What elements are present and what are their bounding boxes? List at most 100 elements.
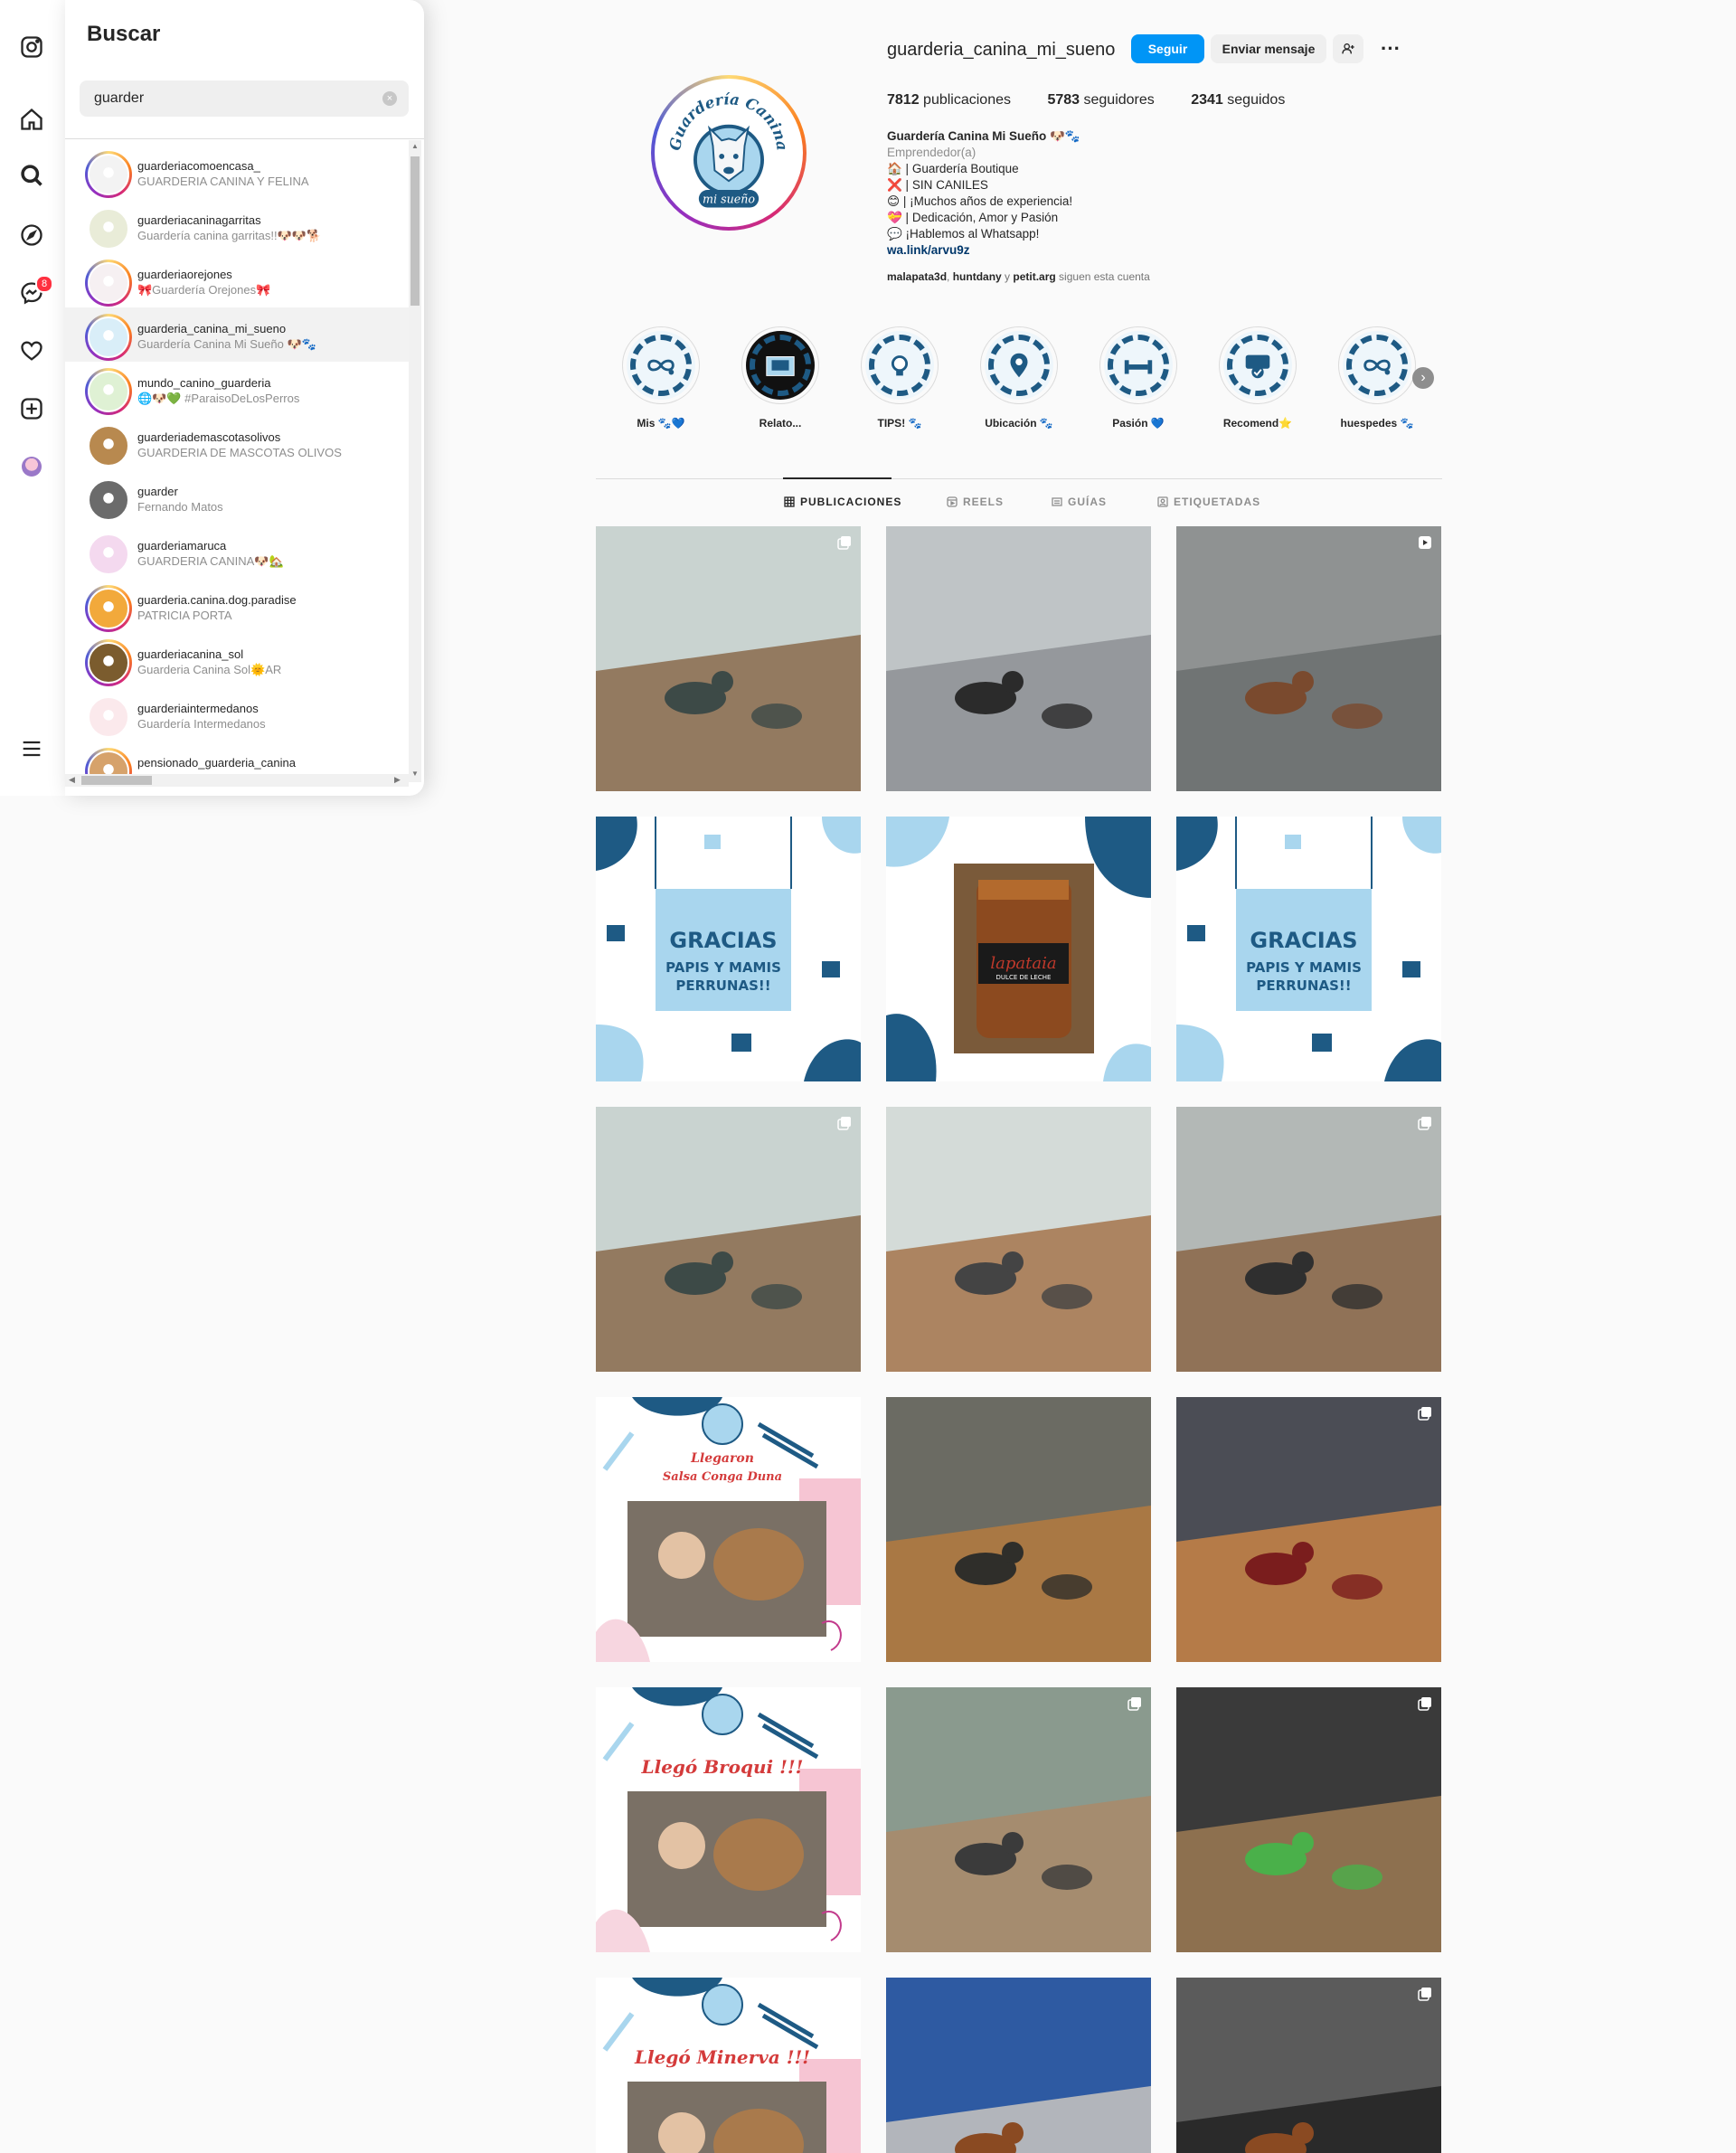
multiple-images-icon bbox=[837, 1117, 851, 1130]
create-icon[interactable] bbox=[15, 392, 48, 425]
post-thumbnail[interactable] bbox=[1176, 1687, 1441, 1952]
clear-search-button[interactable]: × bbox=[382, 91, 397, 106]
profile-stats: 7812 publicaciones 5783 seguidores 2341 … bbox=[887, 92, 1317, 109]
result-username: guarderiacomoencasa_ bbox=[137, 159, 260, 173]
post-image bbox=[596, 1107, 861, 1372]
post-thumbnail[interactable] bbox=[1176, 526, 1441, 791]
story-highlight[interactable]: Pasión 💙 bbox=[1098, 326, 1179, 430]
post-thumbnail[interactable]: GRACIAS PAPIS Y MAMIS PERRUNAS!! bbox=[596, 817, 861, 1081]
message-button[interactable]: Enviar mensaje bbox=[1211, 34, 1326, 63]
search-result-item[interactable]: mundo_canino_guarderia 🌐🐶💚 #ParaisoDeLosP… bbox=[65, 362, 409, 416]
post-thumbnail[interactable] bbox=[886, 1978, 1151, 2153]
result-username: pensionado_guarderia_canina bbox=[137, 756, 296, 770]
multiple-images-icon bbox=[837, 536, 851, 550]
post-thumbnail[interactable] bbox=[886, 1687, 1151, 1952]
bio-line: ❌ | SIN CANILES bbox=[887, 178, 988, 192]
profile-avatar[interactable] bbox=[15, 450, 48, 483]
post-thumbnail[interactable] bbox=[596, 1107, 861, 1372]
result-username: guarderiacaninagarritas bbox=[137, 213, 261, 227]
avatar-image bbox=[88, 425, 129, 467]
avatar bbox=[85, 748, 132, 774]
post-thumbnail[interactable] bbox=[1176, 1978, 1441, 2153]
followers-count[interactable]: 5783 seguidores bbox=[1047, 92, 1154, 108]
menu-icon[interactable] bbox=[15, 732, 48, 765]
post-image: GRACIAS PAPIS Y MAMISPERRUNAS!! bbox=[1176, 817, 1441, 1081]
post-image: Llegaron Salsa Conga Duna bbox=[596, 1397, 861, 1662]
search-result-item[interactable]: guarderiademascotasolivos GUARDERIA DE MA… bbox=[65, 416, 409, 470]
scrollbar-thumb[interactable] bbox=[410, 156, 420, 306]
more-options-icon[interactable]: ··· bbox=[1374, 36, 1407, 61]
follow-button[interactable]: Seguir bbox=[1131, 34, 1204, 63]
post-thumbnail[interactable]: GRACIAS PAPIS Y MAMIS PERRUNAS!! bbox=[1176, 817, 1441, 1081]
post-caption: Llegó Minerva !!! bbox=[634, 2046, 810, 2068]
search-result-item[interactable]: guarderiacanina_sol Guarderia Canina Sol🌞… bbox=[65, 633, 409, 687]
post-thumbnail[interactable]: Llegaron Salsa Conga Duna bbox=[596, 1397, 861, 1662]
search-result-item[interactable]: guarderiamaruca GUARDERIA CANINA🐶🏡 bbox=[65, 524, 409, 579]
scroll-down-arrow-icon[interactable]: ▼ bbox=[411, 770, 419, 778]
heart-icon[interactable] bbox=[15, 335, 48, 367]
post-thumbnail[interactable]: Llegó Minerva !!! bbox=[596, 1978, 861, 2153]
post-thumbnail[interactable] bbox=[886, 1107, 1151, 1372]
highlight-label: TIPS! 🐾 bbox=[877, 417, 922, 430]
suggested-accounts-button[interactable] bbox=[1333, 34, 1363, 63]
result-username: guarder bbox=[137, 485, 178, 498]
post-thumbnail[interactable]: Llegó Broqui !!! bbox=[596, 1687, 861, 1952]
result-fullname: GUARDERIA CANINA🐶🏡 bbox=[137, 554, 284, 568]
story-highlight[interactable]: Mis 🐾💙 bbox=[620, 326, 702, 430]
horizontal-scrollbar[interactable]: ◀ ▶ bbox=[65, 774, 409, 787]
bio-link[interactable]: wa.link/arvu9z bbox=[887, 242, 1303, 259]
following-count[interactable]: 2341 seguidos bbox=[1191, 92, 1285, 108]
post-thumbnail[interactable]: lapataia DULCE DE LECHE bbox=[886, 817, 1151, 1081]
search-input[interactable] bbox=[80, 80, 409, 117]
search-results-list: guarderiacomoencasa_ GUARDERIA CANINA Y F… bbox=[65, 145, 409, 774]
search-result-item[interactable]: guarderiaorejones 🎀Guardería Orejones🎀 bbox=[65, 253, 409, 307]
search-result-item[interactable]: guarderia.canina.dog.paradise PATRICIA PO… bbox=[65, 579, 409, 633]
vertical-scrollbar[interactable]: ▲ ▼ bbox=[409, 140, 421, 782]
scrollbar-thumb[interactable] bbox=[81, 776, 152, 785]
post-caption: PAPIS Y MAMIS bbox=[665, 959, 781, 976]
highlight-label: Ubicación 🐾 bbox=[985, 417, 1053, 430]
search-result-item[interactable]: guarderia_canina_mi_sueno Guardería Canin… bbox=[65, 307, 409, 362]
post-thumbnail[interactable] bbox=[596, 526, 861, 791]
instagram-logo-icon[interactable] bbox=[15, 31, 48, 63]
scroll-right-arrow-icon[interactable]: ▶ bbox=[394, 775, 401, 785]
tab-tagged[interactable]: ETIQUETADAS bbox=[1157, 496, 1260, 508]
tab-posts[interactable]: PUBLICACIONES bbox=[784, 496, 901, 508]
profile-picture[interactable]: Guardería Canina mi sueño bbox=[651, 75, 807, 231]
messenger-icon[interactable]: 8 bbox=[15, 275, 53, 309]
search-result-item[interactable]: guarderiacaninagarritas Guardería canina … bbox=[65, 199, 409, 253]
scroll-left-arrow-icon[interactable]: ◀ bbox=[69, 775, 75, 785]
story-highlight[interactable]: huespedes 🐾 bbox=[1336, 326, 1418, 430]
post-caption: PERRUNAS!! bbox=[675, 977, 770, 994]
active-tab-indicator bbox=[783, 477, 892, 479]
explore-icon[interactable] bbox=[15, 219, 48, 251]
story-highlight[interactable]: TIPS! 🐾 bbox=[859, 326, 940, 430]
post-thumbnail[interactable] bbox=[1176, 1107, 1441, 1372]
post-thumbnail[interactable] bbox=[1176, 1397, 1441, 1662]
search-icon[interactable] bbox=[15, 159, 48, 192]
search-result-item[interactable]: guarderiaintermedanos Guardería Intermeda… bbox=[65, 687, 409, 741]
next-highlights-arrow-icon[interactable]: › bbox=[1412, 367, 1434, 389]
story-highlight[interactable]: Relato... bbox=[740, 326, 821, 430]
guides-icon bbox=[1052, 497, 1062, 506]
home-icon[interactable] bbox=[15, 103, 48, 136]
tab-reels[interactable]: REELS bbox=[947, 496, 1004, 508]
post-caption: GRACIAS bbox=[1250, 928, 1357, 953]
post-thumbnail[interactable] bbox=[886, 1397, 1151, 1662]
avatar-image bbox=[88, 154, 129, 195]
reel-icon bbox=[1419, 536, 1431, 549]
search-result-item[interactable]: guarderiacomoencasa_ GUARDERIA CANINA Y F… bbox=[65, 145, 409, 199]
post-image bbox=[886, 1687, 1151, 1952]
story-highlight[interactable]: Ubicación 🐾 bbox=[978, 326, 1060, 430]
followed-by[interactable]: malapata3d, huntdany y petit.arg siguen … bbox=[887, 270, 1150, 283]
search-result-item[interactable]: pensionado_guarderia_canina bbox=[65, 741, 409, 774]
scroll-up-arrow-icon[interactable]: ▲ bbox=[411, 142, 419, 150]
search-result-item[interactable]: guarder Fernando Matos bbox=[65, 470, 409, 524]
post-thumbnail[interactable] bbox=[886, 526, 1151, 791]
avatar-image bbox=[88, 371, 129, 412]
story-highlight[interactable]: Recomend⭐ bbox=[1217, 326, 1298, 430]
multiple-images-icon bbox=[1418, 1407, 1431, 1421]
posts-count: 7812 publicaciones bbox=[887, 92, 1011, 108]
tab-guides[interactable]: GUÍAS bbox=[1052, 496, 1107, 508]
result-fullname: GUARDERIA DE MASCOTAS OLIVOS bbox=[137, 446, 342, 459]
